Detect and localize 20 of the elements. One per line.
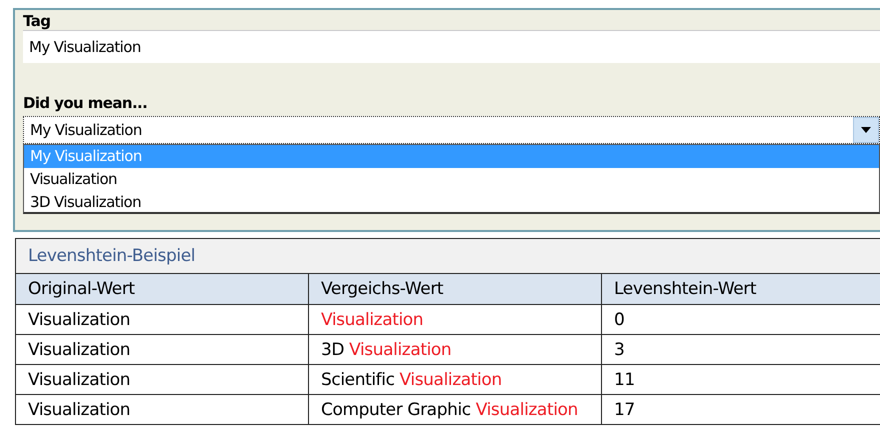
column-header: Original-Wert bbox=[16, 274, 308, 304]
dropdown-field[interactable]: My Visualization bbox=[23, 116, 880, 144]
table-cell: 3D Visualization bbox=[308, 334, 602, 364]
dropdown-option[interactable]: 3D Visualization bbox=[24, 191, 879, 214]
column-header: Vergeichs-Wert bbox=[308, 274, 602, 304]
input-field[interactable]: My Visualization bbox=[23, 30, 880, 63]
caret-icon bbox=[861, 127, 871, 133]
table-cell: Visualization bbox=[308, 304, 602, 334]
table-cell: Visualization bbox=[16, 394, 308, 424]
table-cell: Visualization bbox=[16, 364, 308, 394]
table-cell: Visualization bbox=[16, 334, 308, 364]
table-title: Levenshtein-Beispiel bbox=[16, 238, 880, 274]
column-header: Levenshtein-Wert bbox=[602, 274, 880, 304]
table-cell: Scientific Visualization bbox=[308, 364, 602, 394]
field-label: Tag bbox=[23, 12, 52, 30]
field-label: Did you mean... bbox=[23, 94, 148, 112]
table-cell: Computer Graphic Visualization bbox=[308, 394, 602, 424]
dropdown-option[interactable]: Visualization bbox=[24, 168, 879, 191]
dropdown-button[interactable] bbox=[853, 117, 879, 143]
table-cell: Visualization bbox=[16, 304, 308, 334]
